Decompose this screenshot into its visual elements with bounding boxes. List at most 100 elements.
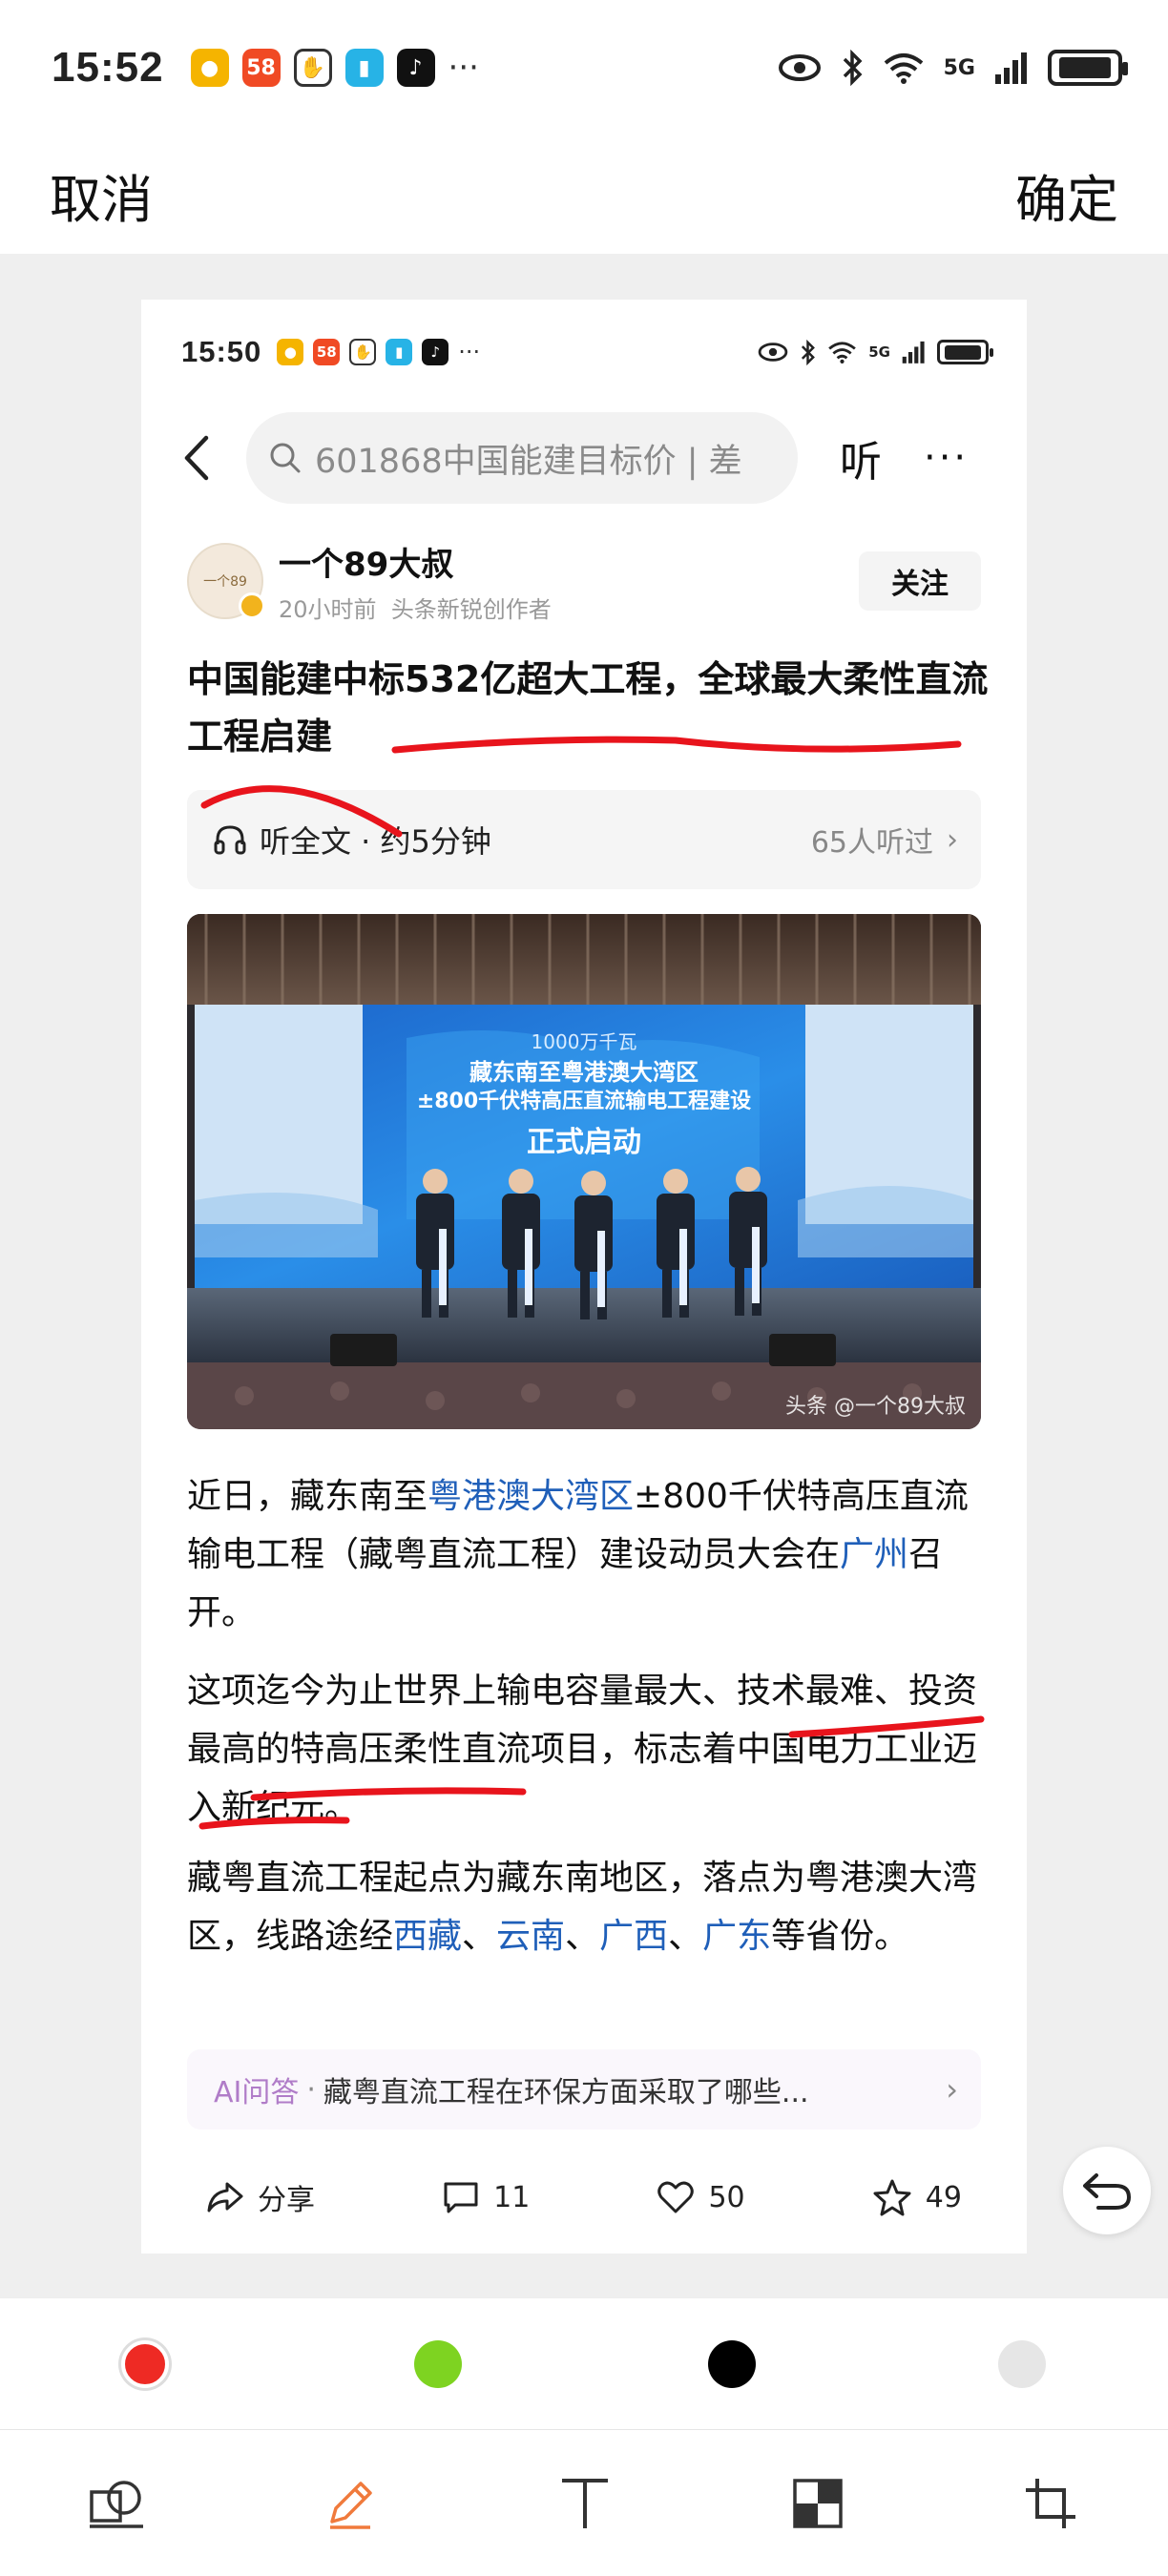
inner-status-time: 15:50 [181,335,262,368]
like-button[interactable]: 50 [657,2180,745,2214]
tool-crop-button[interactable] [1017,2470,1084,2537]
link-yunnan[interactable]: 云南 [496,1917,565,1956]
tool-text-button[interactable] [552,2470,618,2537]
follow-button[interactable]: 关注 [859,551,981,611]
screenshot-preview[interactable]: 15:50 ● 58 ✋ ▮ ♪ ··· 5G 601868中国能建目标价 | … [141,300,1027,2254]
screen-text-project: ±800千伏特高压直流输电工程建设 [416,1090,752,1113]
color-light-gray-swatch[interactable] [998,2340,1046,2388]
share-button[interactable]: 分享 [206,2176,315,2218]
58-app-icon: 58 [241,49,281,87]
bluetooth-icon [802,339,816,365]
wifi-icon [828,342,857,364]
browser-app-icon: ● [190,49,229,87]
screen-text-route: 藏东南至粤港澳大湾区 [469,1059,699,1086]
back-arrow-icon[interactable] [176,429,218,487]
para3-text: 等省份。 [771,1917,909,1956]
hand-app-icon: ✋ [293,49,332,87]
pencil-icon [330,2482,372,2529]
browser-app-icon: ● [277,339,304,365]
color-palette [0,2297,1168,2429]
heart-icon [657,2181,695,2213]
article-paragraph-3: 藏粤直流工程起点为藏东南地区，落点为粤港澳大湾区，线路途经西藏、云南、广西、广东… [187,1849,983,1965]
crop-icon [1026,2479,1075,2528]
link-guangdong[interactable]: 广东 [702,1917,771,1956]
status-time: 15:52 [52,44,164,91]
author-name[interactable]: 一个89大叔 [279,538,552,585]
listen-count: 65人听过 [810,826,933,860]
article-paragraph-1: 近日，藏东南至粤港澳大湾区±800千伏特高压直流输电工程（藏粤直流工程）建设动员… [187,1467,983,1642]
link-xizang[interactable]: 西藏 [393,1917,462,1956]
wifi-icon [884,53,923,84]
screen-text-launch: 正式启动 [527,1126,641,1159]
search-text: 601868中国能建目标价 | 差 [315,442,742,481]
book-app-icon: ▮ [344,49,384,87]
tool-shape-button[interactable] [84,2470,151,2537]
article-paragraph-2: 这项迄今为止世界上输电容量最大、技术最难、投资最高的特高压柔性直流项目，标志着中… [187,1672,978,1827]
network-type: 5G [943,55,975,80]
star-icon [873,2179,911,2216]
edit-canvas[interactable]: 15:50 ● 58 ✋ ▮ ♪ ··· 5G 601868中国能建目标价 | … [0,254,1168,2297]
text-tool-icon [562,2479,608,2528]
signal-icon [902,341,925,364]
more-notifications-icon: ··· [458,339,481,365]
search-input[interactable]: 601868中国能建目标价 | 差 [246,412,798,504]
tool-mosaic-button[interactable] [784,2470,851,2537]
inner-system-indicators: 5G [758,339,993,365]
inner-notification-icons: ● 58 ✋ ▮ ♪ ··· [277,339,480,365]
eye-icon [758,343,788,362]
article-headline: 中国能建中标532亿超大工程，全球最大柔性直流工程启建 [187,658,989,758]
tiktok-app-icon: ♪ [396,49,435,87]
comment-button[interactable]: 11 [442,2180,530,2214]
cancel-button[interactable]: 取消 [50,157,153,233]
system-indicators: 5G [778,50,1128,86]
listen-bar-label: 听全文 · 约5分钟 [260,823,491,860]
book-app-icon: ▮ [386,339,413,365]
listen-button[interactable]: 听 [840,427,882,488]
hand-app-icon: ✋ [349,339,377,365]
link-guangzhou[interactable]: 广州 [840,1535,908,1574]
launch-ceremony-image [187,914,981,1429]
separator: 、 [565,1917,600,1956]
color-red-swatch[interactable] [121,2340,169,2388]
listen-full-text-bar[interactable]: 听全文 · 约5分钟 65人听过 › [187,790,981,889]
ai-qa-bar[interactable]: AI问答 · 藏粤直流工程在环保方面采取了哪些... › [187,2049,981,2129]
news-photo[interactable]: 1000万千瓦 藏东南至粤港澳大湾区 ±800千伏特高压直流输电工程建设 正式启… [187,914,981,1429]
avatar-logo: 一个89 [203,574,247,590]
comment-count: 11 [493,2180,531,2214]
avatar[interactable]: 一个89 [187,543,265,619]
tool-pen-button[interactable] [317,2470,384,2537]
undo-icon [1083,2173,1132,2210]
separator: 、 [668,1917,703,1956]
ai-separator-dot: · [306,2072,316,2107]
notification-icons: ● 58 ✋ ▮ ♪ ··· [190,49,479,87]
edit-toolbar [0,2429,1168,2576]
share-icon [207,2182,243,2212]
confirm-button[interactable]: 确定 [1015,157,1118,233]
battery-icon [1048,50,1128,86]
undo-button[interactable] [1063,2147,1151,2234]
inner-status-bar: 15:50 ● 58 ✋ ▮ ♪ ··· 5G [141,300,1027,405]
author-role: 头条新锐创作者 [390,596,552,623]
shape-tool-icon [90,2481,143,2528]
favorite-button[interactable]: 49 [872,2178,962,2216]
para1-text: 近日，藏东南至 [187,1477,428,1516]
color-green-swatch[interactable] [414,2340,462,2388]
photo-credit: 头条 @一个89大叔 [785,1395,966,1419]
color-black-swatch[interactable] [708,2340,756,2388]
ai-question: 藏粤直流工程在环保方面采取了哪些... [323,2076,809,2109]
more-options-button[interactable]: ··· [924,436,969,480]
like-count: 50 [708,2180,745,2214]
chevron-right-icon: › [947,822,958,857]
signal-icon [995,52,1027,84]
separator: 、 [462,1917,497,1956]
58-app-icon: 58 [313,339,341,365]
battery-icon [937,340,993,364]
chevron-right-icon: › [946,2071,958,2108]
bluetooth-icon [843,50,863,86]
edit-header: 取消 确定 [0,135,1168,254]
post-time: 20小时前 [279,596,377,623]
author-row: 一个89 一个89大叔 20小时前 头条新锐创作者 关注 [187,538,981,623]
link-gba[interactable]: 粤港澳大湾区 [428,1477,634,1516]
more-notifications-icon: ··· [448,49,479,87]
link-guangxi[interactable]: 广西 [599,1917,668,1956]
